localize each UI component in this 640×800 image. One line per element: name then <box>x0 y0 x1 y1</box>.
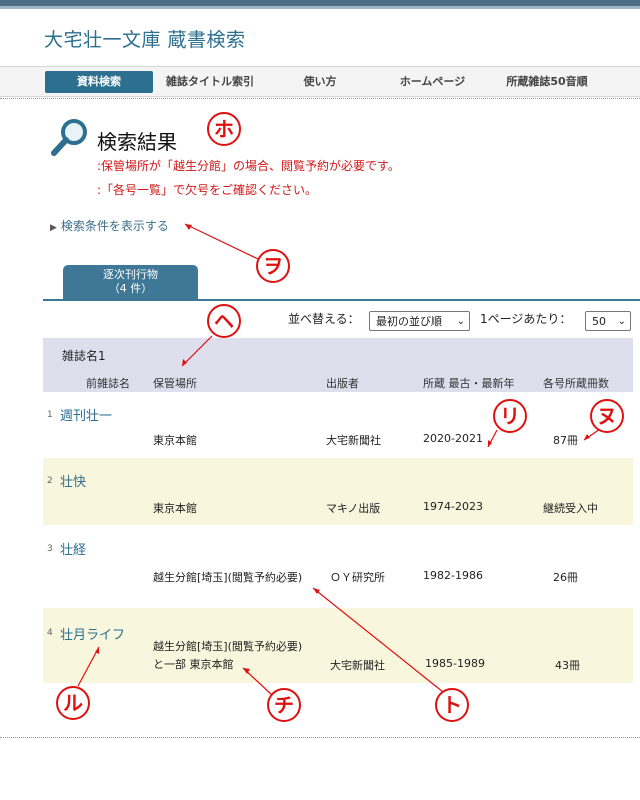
header-magazine-name: 雑誌名1 <box>62 349 106 363</box>
chevron-down-icon: ⌄ <box>456 316 465 327</box>
table-row <box>43 526 633 606</box>
row-years: 1985-1989 <box>425 657 485 670</box>
row-publisher: 大宅新聞社 <box>330 659 385 672</box>
sort-select-value: 最初の並び順 <box>376 315 442 328</box>
notice-reservation: :保管場所が「越生分館」の場合、閲覧予約が必要です。 <box>97 159 400 173</box>
row-location: 東京本館 <box>153 434 197 447</box>
tab-serials-count: （4 件） <box>108 282 153 295</box>
row-location: 越生分館[埼玉](閲覧予約必要) <box>153 571 303 584</box>
row-publisher: マキノ出版 <box>326 502 381 515</box>
magnifier-icon <box>51 119 87 156</box>
row-publisher: ＯＹ研究所 <box>330 571 385 584</box>
per-page-value: 50 <box>592 315 606 328</box>
row-years: 1982-1986 <box>423 569 483 582</box>
col-issue-count: 各号所蔵冊数 <box>543 377 609 390</box>
row-publisher: 大宅新聞社 <box>326 434 381 447</box>
chevron-down-icon: ⌄ <box>617 316 626 327</box>
annotation-marker-ho: ホ <box>207 112 241 146</box>
footer-divider <box>0 737 640 738</box>
show-conditions-label: 検索条件を表示する <box>60 219 169 233</box>
show-conditions-link[interactable]: ▶ 検索条件を表示する <box>50 217 169 234</box>
row-count-link[interactable]: 87冊 <box>553 432 578 448</box>
row-number: 2 <box>47 476 53 486</box>
main-nav: 資料検索 雑誌タイトル索引 使い方 ホームページ 所蔵雑誌50音順 <box>0 66 640 97</box>
col-publisher: 出版者 <box>326 377 359 390</box>
sort-select[interactable]: 最初の並び順 ⌄ <box>369 311 470 331</box>
site-title: 大宅壮一文庫 蔵書検索 <box>44 29 246 51</box>
row-number: 1 <box>47 410 53 420</box>
row-title-link[interactable]: 壮月ライフ <box>60 624 125 643</box>
row-title-link[interactable]: 壮快 <box>60 471 86 490</box>
col-previous-name: 前雑誌名 <box>86 377 130 390</box>
row-years: 1974-2023 <box>423 500 483 513</box>
row-count-link[interactable]: 26冊 <box>553 569 578 585</box>
row-count-link[interactable]: 43冊 <box>555 657 580 673</box>
row-number: 4 <box>47 628 53 638</box>
annotation-marker-ri: リ <box>493 399 527 433</box>
annotation-marker-chi: チ <box>267 688 301 722</box>
col-location: 保管場所 <box>153 377 197 390</box>
nav-magazine-list[interactable]: 所蔵雑誌50音順 <box>492 71 602 93</box>
triangle-right-icon: ▶ <box>50 223 57 233</box>
col-years: 所蔵 最古・最新年 <box>423 377 515 390</box>
per-page-label: 1ページあたり： <box>480 312 572 326</box>
annotation-marker-he: ヘ <box>207 304 241 338</box>
row-years: 2020-2021 <box>423 432 483 445</box>
tab-serials[interactable]: 逐次刊行物 （4 件） <box>63 265 198 299</box>
nav-title-index[interactable]: 雑誌タイトル索引 <box>155 71 265 93</box>
annotation-marker-wo: ヲ <box>256 249 290 283</box>
nav-divider <box>0 98 640 99</box>
nav-usage[interactable]: 使い方 <box>285 71 355 93</box>
per-page-select[interactable]: 50 ⌄ <box>585 311 631 331</box>
sort-label: 並べ替える： <box>288 312 360 326</box>
annotation-marker-to: ト <box>435 688 469 722</box>
row-number: 3 <box>47 544 53 554</box>
results-title: 検索結果 <box>97 130 177 154</box>
row-title-link[interactable]: 壮経 <box>60 539 86 558</box>
row-title-link[interactable]: 週刊壮一 <box>60 405 112 424</box>
annotation-marker-nu: ヌ <box>590 399 624 433</box>
row-location: 越生分館[埼玉](閲覧予約必要) <box>153 640 303 653</box>
top-accent-bar <box>0 0 640 9</box>
tab-serials-label: 逐次刊行物 <box>103 268 158 281</box>
annotation-marker-ru: ル <box>56 686 90 720</box>
row-count: 継続受入中 <box>543 502 598 515</box>
notice-missing-issues: :「各号一覧」で欠号をご確認ください。 <box>97 183 318 197</box>
nav-homepage[interactable]: ホームページ <box>385 71 480 93</box>
row-location-secondary: と一部 東京本館 <box>153 658 234 671</box>
nav-search[interactable]: 資料検索 <box>45 71 153 93</box>
tab-underline <box>43 299 640 301</box>
row-location: 東京本館 <box>153 502 197 515</box>
